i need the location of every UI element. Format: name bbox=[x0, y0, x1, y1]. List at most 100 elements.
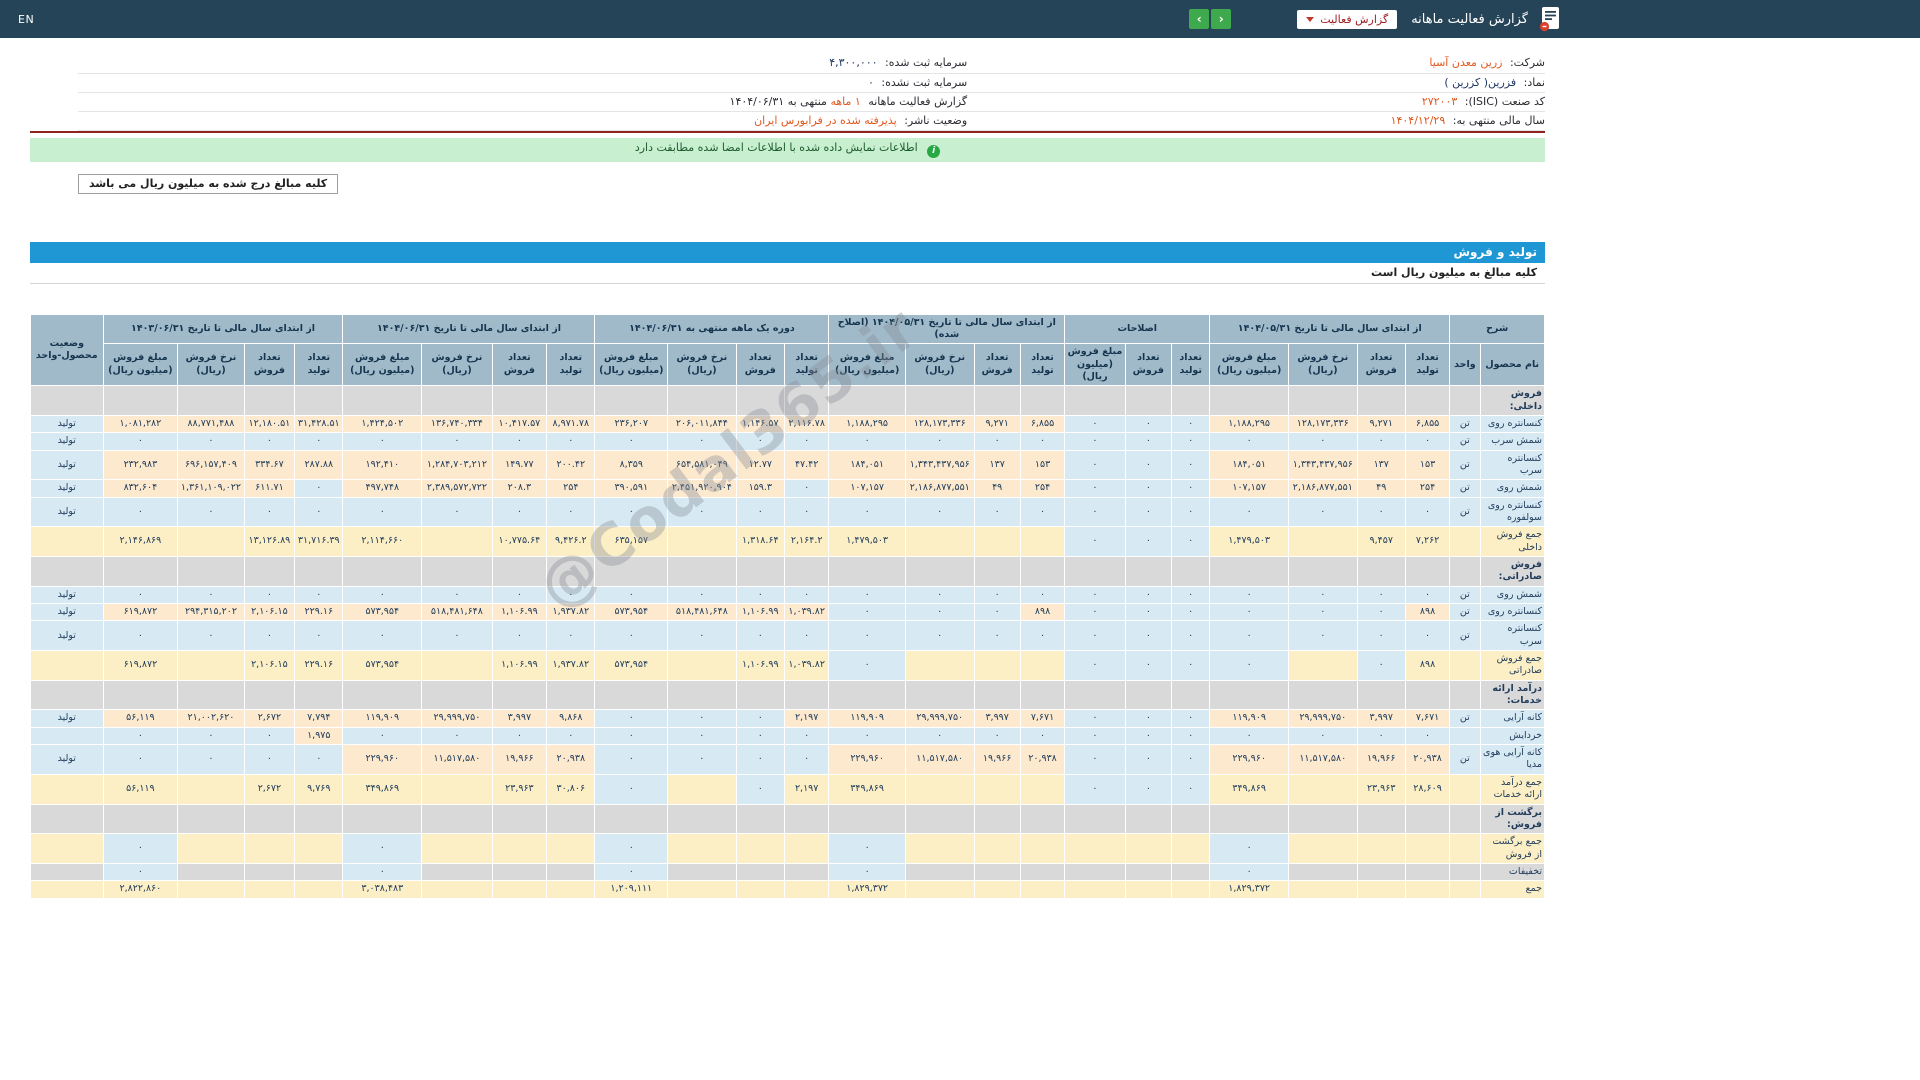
note-wrap: کلیه مبالغ درج شده به میلیون ریال می باش… bbox=[30, 162, 1545, 194]
value-cell: ۲۸,۶۰۹ bbox=[1404, 773, 1451, 805]
value-cell: ۳۴۹,۸۶۹ bbox=[828, 773, 906, 805]
value-cell bbox=[667, 803, 737, 835]
value-cell bbox=[973, 556, 1021, 587]
value-cell bbox=[421, 556, 493, 587]
value-cell bbox=[177, 880, 245, 899]
status-cell bbox=[30, 833, 104, 864]
value-cell: ۰ bbox=[102, 620, 179, 652]
report-type-dropdown[interactable]: گزارش فعالیت bbox=[1297, 9, 1398, 29]
value-cell bbox=[421, 862, 493, 882]
status-cell: تولید bbox=[30, 744, 104, 775]
value-cell: ۳۹۰,۵۹۱ bbox=[594, 479, 669, 498]
value-cell: ۰ bbox=[243, 432, 296, 451]
status-cell: تولید bbox=[30, 432, 104, 451]
column-header: مبلغ فروش (میلیون ریال) bbox=[342, 343, 423, 387]
value-cell: ۰ bbox=[1019, 496, 1066, 528]
value-cell: ۰ bbox=[102, 496, 179, 528]
value-cell: ۰ bbox=[1124, 479, 1173, 498]
value-cell: ۱۹,۹۶۶ bbox=[1356, 744, 1406, 775]
value-cell: ۰ bbox=[546, 432, 596, 451]
status-cell bbox=[30, 385, 104, 416]
value-cell bbox=[667, 556, 737, 587]
value-cell: ۲۰۶,۰۱۱,۸۴۴ bbox=[667, 414, 737, 434]
value-cell bbox=[828, 385, 906, 416]
value-cell: ۰ bbox=[828, 496, 906, 528]
value-cell: ۹,۴۲۶.۲ bbox=[546, 526, 596, 557]
value-cell: ۰ bbox=[1404, 585, 1451, 605]
value-cell: ۰ bbox=[667, 496, 737, 528]
company-label: شرکت: bbox=[1509, 56, 1545, 70]
value-cell: ۰ bbox=[1171, 479, 1211, 498]
value-cell: ۲۲۹,۹۶۰ bbox=[1209, 744, 1289, 775]
table-row: شمش روی تن ۲۵۴ ۴۹ ۲,۱۸۶,۸۷۷,۵۵۱ ۱۰۷,۱۵۷ ۰ ۰ ۰ ۲۵۴… bbox=[30, 479, 1545, 498]
value-cell: ۱۸۴,۰۵۱ bbox=[828, 449, 906, 481]
value-cell: ۰ bbox=[1124, 449, 1173, 481]
language-toggle-en[interactable]: EN bbox=[18, 13, 34, 26]
value-cell bbox=[1064, 679, 1126, 711]
column-header: تعداد فروش bbox=[735, 343, 786, 387]
table-row: فروش داخلی: bbox=[30, 385, 1545, 416]
value-cell: ۰ bbox=[735, 585, 786, 605]
value-cell bbox=[294, 679, 344, 711]
unit-cell bbox=[1449, 880, 1481, 899]
value-cell: ۰ bbox=[177, 726, 245, 746]
status-cell: تولید bbox=[30, 620, 104, 652]
value-cell: ۸,۳۵۹ bbox=[594, 449, 669, 481]
column-group-header: دوره یک ماهه منتهی به ۱۴۰۴/۰۶/۳۱ bbox=[594, 313, 830, 345]
value-cell: ۰ bbox=[828, 650, 906, 681]
value-cell: ۰ bbox=[783, 496, 830, 528]
value-cell bbox=[177, 650, 245, 681]
value-cell: ۰ bbox=[1171, 744, 1211, 775]
value-cell: ۱,۴۷۹,۵۰۳ bbox=[1209, 526, 1289, 557]
value-cell bbox=[1124, 880, 1173, 899]
table-row: جمع درآمد ارائه خدمات ۲۸,۶۰۹ ۲۳,۹۶۳ ۳۴۹,۸۶۹… bbox=[30, 773, 1545, 805]
value-cell: ۰ bbox=[342, 862, 423, 882]
value-cell: ۰ bbox=[1356, 726, 1406, 746]
million-rial-note: کلیه مبالغ درج شده به میلیون ریال می باش… bbox=[78, 173, 339, 194]
value-cell bbox=[1019, 556, 1066, 587]
value-cell bbox=[1064, 833, 1126, 864]
nav-arrow-left-button[interactable]: ‹ bbox=[1189, 9, 1210, 29]
value-cell: ۰ bbox=[828, 432, 906, 451]
value-cell bbox=[421, 833, 493, 864]
value-cell: ۵۷۳,۹۵۴ bbox=[342, 603, 423, 622]
value-cell: ۲۱,۰۰۲,۶۲۰ bbox=[177, 709, 245, 728]
value-cell bbox=[1404, 385, 1451, 416]
value-cell bbox=[102, 679, 179, 711]
status-cell bbox=[30, 556, 104, 587]
value-cell: ۰ bbox=[667, 620, 737, 652]
value-cell: ۲,۱۹۷ bbox=[783, 773, 830, 805]
value-cell bbox=[1288, 803, 1358, 835]
value-cell: ۱۱,۵۱۷,۵۸۰ bbox=[1288, 744, 1358, 775]
value-cell: ۱۲۸,۱۷۳,۳۳۶ bbox=[904, 414, 975, 434]
value-cell: ۰ bbox=[1171, 496, 1211, 528]
company-name-link[interactable]: زرین معدن آسیا bbox=[1429, 56, 1502, 69]
status-cell: تولید bbox=[30, 479, 104, 498]
unit-cell: تن bbox=[1449, 449, 1481, 481]
column-header: تعداد تولید bbox=[1404, 343, 1451, 387]
value-cell: ۲۹۴,۳۱۵,۲۰۲ bbox=[177, 603, 245, 622]
value-cell bbox=[667, 650, 737, 681]
report-nav-arrows: › ‹ bbox=[1189, 9, 1232, 29]
value-cell bbox=[973, 862, 1021, 882]
nav-arrow-right-button[interactable]: › bbox=[1211, 9, 1232, 29]
value-cell: ۱۱۹,۹۰۹ bbox=[828, 709, 906, 728]
value-cell bbox=[1288, 773, 1358, 805]
value-cell: ۰ bbox=[342, 585, 423, 605]
value-cell: ۰ bbox=[546, 620, 596, 652]
status-cell bbox=[30, 803, 104, 835]
section-subtitle: کلیه مبالغ به میلیون ریال است bbox=[30, 262, 1545, 284]
value-cell: ۰ bbox=[177, 744, 245, 775]
value-cell: ۲۲۹.۱۶ bbox=[294, 650, 344, 681]
value-cell: ۰ bbox=[1064, 432, 1126, 451]
value-cell bbox=[342, 803, 423, 835]
value-cell: ۰ bbox=[904, 620, 975, 652]
value-cell: ۰ bbox=[904, 585, 975, 605]
value-cell bbox=[1171, 385, 1211, 416]
value-cell: ۰ bbox=[735, 620, 786, 652]
value-cell: ۰ bbox=[828, 620, 906, 652]
value-cell: ۰ bbox=[1171, 726, 1211, 746]
value-cell: ۱,۰۸۱,۲۸۲ bbox=[102, 414, 179, 434]
value-cell: ۲۳,۹۶۳ bbox=[491, 773, 548, 805]
table-row: شمش روی تن ۰ ۰ ۰ ۰ ۰ ۰ ۰ ۰ ۰ ۰ ۰ ۰ ۰ ۰ ۰ ۰ ۰ ۰ ۰ ۰ ۰ ۰ ۰ تولید bbox=[30, 585, 1545, 605]
